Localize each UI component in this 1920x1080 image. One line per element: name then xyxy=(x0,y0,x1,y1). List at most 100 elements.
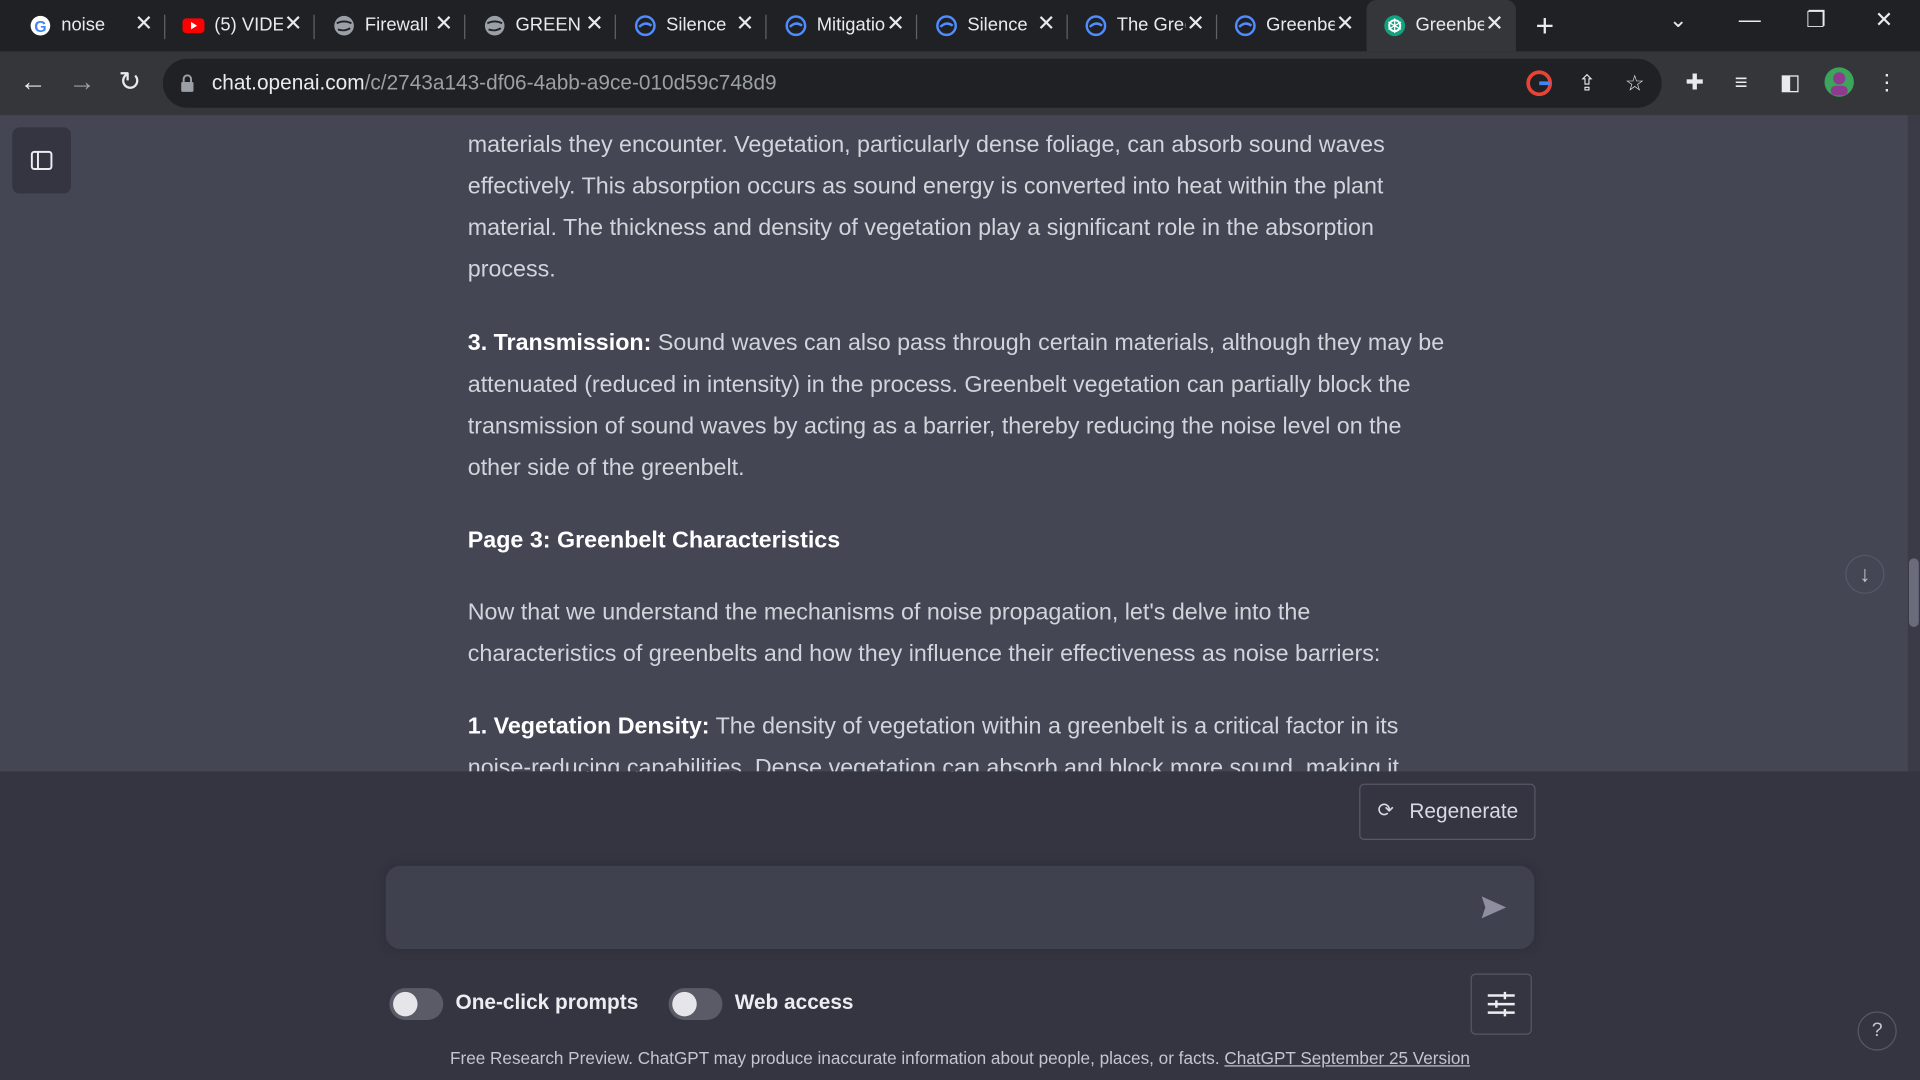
one-click-prompts-toggle[interactable] xyxy=(389,988,444,1021)
tab-separator xyxy=(464,14,466,40)
browser-icon xyxy=(1234,15,1256,37)
reload-icon[interactable]: ↻ xyxy=(114,66,146,98)
tab-separator xyxy=(313,14,315,40)
message-paragraph: 3. Transmission: Sound waves can also pa… xyxy=(468,323,1448,490)
url-domain: chat.openai.com xyxy=(211,71,365,95)
browser-icon xyxy=(785,15,807,37)
tab-title: Firewall xyxy=(364,14,429,36)
prompt-settings-button[interactable] xyxy=(1470,973,1532,1035)
forward-arrow-icon[interactable]: → xyxy=(66,66,98,98)
message-heading: Page 3: Greenbelt Characteristics xyxy=(468,520,840,562)
browser-toolbar: ← → ↻ chat.openai.com/c/2743a143-df06-4a… xyxy=(0,51,1920,117)
tab-search-chevron-icon[interactable]: ⌄ xyxy=(1669,7,1687,33)
tab-title: Silence xyxy=(967,14,1028,36)
tab-title: Greenbelt xyxy=(1266,14,1335,36)
disclaimer-text: Free Research Preview. ChatGPT may produ… xyxy=(450,1048,1225,1068)
close-icon[interactable]: ✕ xyxy=(585,11,603,37)
share-icon[interactable]: ⇪ xyxy=(1573,70,1600,97)
bookmark-star-icon[interactable]: ☆ xyxy=(1621,70,1648,97)
tab-separator xyxy=(915,14,918,40)
sidebar-panel-icon xyxy=(30,150,53,170)
close-icon[interactable]: ✕ xyxy=(1336,11,1354,37)
list-item-label: 1. Vegetation Density: xyxy=(467,713,710,740)
prompt-box xyxy=(385,865,1535,949)
composer-area: ⟳ Regenerate One-click prompts Web acces… xyxy=(0,771,1920,1080)
close-icon[interactable]: ✕ xyxy=(1485,11,1503,37)
globe-icon xyxy=(484,15,505,36)
url-text[interactable]: chat.openai.com/c/2743a143-df06-4abb-a9c… xyxy=(212,71,777,95)
extensions-puzzle-icon[interactable]: ✚ xyxy=(1679,66,1711,98)
tab-strip: G noise ✕ (5) VIDEO ✕ Firewall ✕ GREEN ✕… xyxy=(0,0,1920,52)
section-heading: Page 3: Greenbelt Characteristics xyxy=(467,527,841,554)
close-icon[interactable]: ✕ xyxy=(886,11,904,37)
svg-text:G: G xyxy=(34,19,46,36)
tab-separator xyxy=(765,14,767,40)
help-icon[interactable]: ? xyxy=(1857,1011,1897,1051)
tab[interactable]: The Greenbelt ✕ xyxy=(1068,0,1218,51)
scroll-to-bottom-arrow-icon[interactable]: ↓ xyxy=(1845,554,1885,594)
sidebar-toggle-button[interactable] xyxy=(12,127,72,194)
tab-title: noise xyxy=(61,14,106,36)
chatgpt-icon xyxy=(1384,15,1406,37)
close-icon[interactable]: ✕ xyxy=(435,11,453,37)
sliders-icon xyxy=(1487,991,1515,1017)
tab-title: Greenbelt xyxy=(1415,14,1485,36)
tab[interactable]: Silence ✕ xyxy=(918,0,1068,51)
browser-icon xyxy=(1085,15,1107,37)
youtube-icon xyxy=(182,18,205,34)
list-item-label: 3. Transmission: xyxy=(467,330,652,357)
google-icon: G xyxy=(30,15,51,36)
tab[interactable]: (5) VIDEO ✕ xyxy=(165,0,315,51)
scrollbar-thumb[interactable] xyxy=(1908,558,1919,627)
browser-icon xyxy=(936,15,957,37)
back-arrow-icon[interactable]: ← xyxy=(17,66,49,98)
window-close-icon[interactable]: ✕ xyxy=(1875,7,1893,33)
tab-title: GREEN xyxy=(515,14,581,36)
scrollbar[interactable] xyxy=(1907,115,1920,772)
side-panel-icon[interactable]: ◧ xyxy=(1774,66,1806,98)
tab[interactable]: Greenbelt ✕ xyxy=(1217,0,1366,51)
web-access-label: Web access xyxy=(734,990,854,1014)
disclaimer-footer: Free Research Preview. ChatGPT may produ… xyxy=(0,1048,1920,1068)
media-control-icon[interactable]: ≡ xyxy=(1725,66,1757,98)
browser-icon xyxy=(634,15,656,37)
message-paragraph: 1. Vegetation Density: The density of ve… xyxy=(468,707,1448,772)
version-link[interactable]: ChatGPT September 25 Version xyxy=(1224,1048,1470,1068)
close-icon[interactable]: ✕ xyxy=(1037,11,1055,37)
prompt-input[interactable] xyxy=(410,890,1469,930)
toggle-knob xyxy=(672,991,697,1017)
profile-avatar[interactable] xyxy=(1823,66,1855,98)
message-paragraph: Now that we understand the mechanisms of… xyxy=(467,600,1381,668)
tab[interactable]: Mitigation ✕ xyxy=(768,0,918,51)
kebab-menu-icon[interactable]: ⋮ xyxy=(1871,66,1903,98)
tab-title: Silence xyxy=(666,14,727,36)
tab-active[interactable]: Greenbelt ✕ xyxy=(1366,0,1516,52)
refresh-icon: ⟳ xyxy=(1377,800,1394,822)
one-click-prompts-label: One-click prompts xyxy=(455,990,639,1014)
tab-title: Mitigation xyxy=(816,14,886,36)
close-icon[interactable]: ✕ xyxy=(135,11,153,37)
globe-icon xyxy=(334,15,354,36)
tab[interactable]: G noise ✕ xyxy=(12,0,166,51)
address-bar[interactable]: chat.openai.com/c/2743a143-df06-4abb-a9c… xyxy=(162,58,1662,108)
restore-icon[interactable]: ❐ xyxy=(1806,7,1826,33)
regenerate-label: Regenerate xyxy=(1409,799,1519,823)
close-icon[interactable]: ✕ xyxy=(284,11,302,37)
tab[interactable]: Firewall ✕ xyxy=(316,0,466,51)
tab[interactable]: Silence ✕ xyxy=(617,0,767,51)
google-lens-icon[interactable] xyxy=(1526,70,1553,97)
toggle-knob xyxy=(393,991,418,1017)
tab-title: The Greenbelt xyxy=(1116,14,1186,36)
close-icon[interactable]: ✕ xyxy=(1186,11,1204,37)
tab-separator xyxy=(614,14,616,40)
send-icon[interactable] xyxy=(1479,893,1508,922)
minimize-icon[interactable]: — xyxy=(1739,7,1761,33)
close-icon[interactable]: ✕ xyxy=(736,11,754,37)
web-access-toggle[interactable] xyxy=(668,988,723,1021)
message-paragraph: materials they encounter. Vegetation, pa… xyxy=(467,132,1385,283)
regenerate-button[interactable]: ⟳ Regenerate xyxy=(1359,783,1536,841)
new-tab-plus-icon[interactable]: + xyxy=(1536,7,1555,45)
tab[interactable]: GREEN ✕ xyxy=(467,0,616,51)
lock-icon xyxy=(181,74,194,92)
tab-title: (5) VIDEO xyxy=(214,14,283,36)
